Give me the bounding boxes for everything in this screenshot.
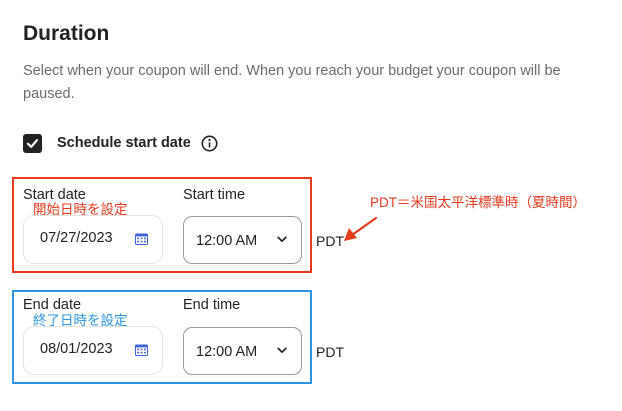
end-timezone: PDT [316, 344, 344, 360]
arrow-icon [344, 216, 378, 241]
end-annotation-box [12, 290, 312, 384]
pdt-annotation-note: PDT＝米国太平洋標準時（夏時間） [370, 195, 586, 210]
duration-title: Duration [23, 22, 110, 45]
schedule-start-label: Schedule start date [57, 135, 191, 151]
end-annotation-note: 終了日時を設定 [33, 313, 128, 328]
info-circle-icon[interactable] [201, 135, 218, 152]
schedule-start-checkbox[interactable] [23, 134, 42, 153]
duration-description: Select when your coupon will end. When y… [23, 63, 561, 102]
check-icon [26, 139, 39, 148]
start-annotation-note: 開始日時を設定 [33, 202, 128, 217]
start-annotation-box [12, 177, 312, 273]
